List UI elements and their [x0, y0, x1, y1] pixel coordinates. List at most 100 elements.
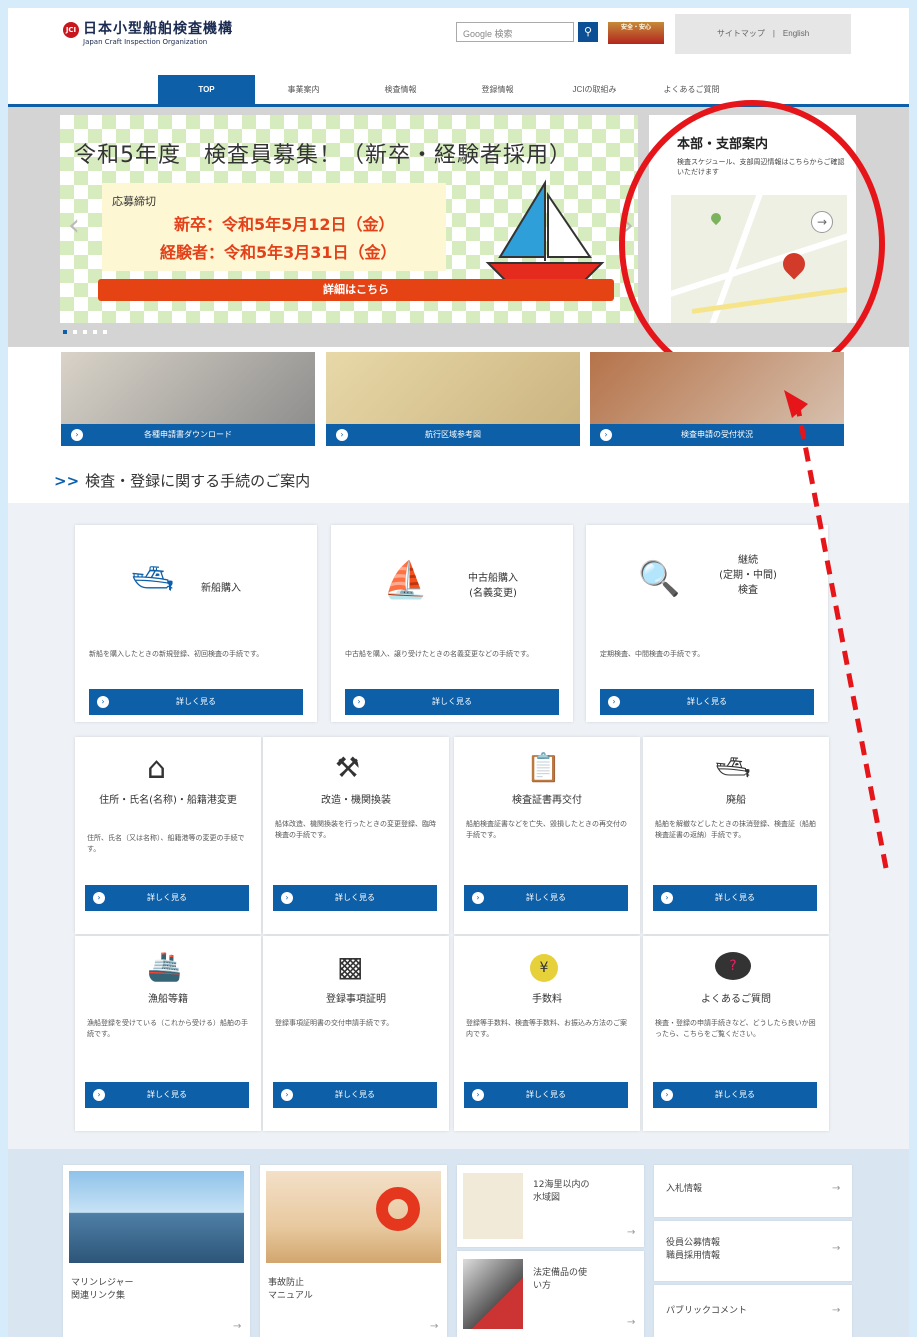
- hero-slide[interactable]: 令和5年度 検査員募集！（新卒・経験者採用） 応募締切 新卒：令和5年5月12日…: [60, 115, 638, 323]
- details-button-label: 詳しく見る: [715, 1090, 755, 1099]
- quick-link-label: 各種申請書ダウンロード: [144, 430, 232, 439]
- details-button[interactable]: › 詳しく見る: [600, 689, 814, 715]
- yen-coin-icon: ¥: [530, 954, 558, 982]
- details-button-label: 詳しく見る: [335, 893, 375, 902]
- stamp-icon: ▩: [337, 950, 364, 983]
- arrow-right-icon: →: [430, 1321, 439, 1332]
- sailboat-icon: ⛵: [383, 560, 428, 601]
- arrow-circle-icon: ›: [281, 892, 293, 904]
- main-nav: TOP 事業案内 検査情報 登録情報 JCIの取組み よくあるご質問: [158, 75, 740, 104]
- quick-link-label: 検査申請の受付状況: [681, 430, 753, 439]
- details-button-label: 詳しく見る: [176, 697, 216, 706]
- details-button[interactable]: › 詳しく見る: [89, 689, 303, 715]
- tools-icon: ⚒: [335, 751, 361, 784]
- site-logo[interactable]: JCI 日本小型船舶検査機構 Japan Craft Inspection Or…: [63, 20, 233, 47]
- details-button-label: 詳しく見る: [526, 1090, 566, 1099]
- card-title: 改造・機関換装: [321, 795, 391, 806]
- slide-dot[interactable]: [73, 330, 77, 334]
- card-faq: ? よくあるご質問 検査・登録の申請手続きなど、どうしたら良いか困ったら、こちら…: [643, 936, 829, 1131]
- arrow-right-icon: →: [233, 1321, 242, 1332]
- nav-initiatives[interactable]: JCIの取組み: [546, 75, 643, 104]
- page-frame: JCI 日本小型船舶検査機構 Japan Craft Inspection Or…: [8, 8, 909, 1337]
- arrow-circle-icon: ›: [93, 1089, 105, 1101]
- arrow-circle-icon: ›: [661, 892, 673, 904]
- details-button[interactable]: › 詳しく見る: [273, 1082, 437, 1108]
- search-icon[interactable]: ⚲: [578, 22, 598, 42]
- check-magnifier-icon: 🔍: [638, 559, 681, 599]
- footer-recruitment-info[interactable]: 役員公募情報 職員採用情報 →: [654, 1221, 852, 1281]
- card-title: 継続 (定期・中間) 検査: [719, 555, 777, 596]
- card-description: 船舶を解撤などしたときの抹消登録、検査証（船舶検査証書の返納）手続です。: [655, 820, 816, 839]
- deadline-box: 応募締切 新卒：令和5年5月12日（金） 経験者：令和5年3月31日（金）: [102, 183, 446, 271]
- footer-bid-info[interactable]: 入札情報 →: [654, 1165, 852, 1217]
- details-button[interactable]: › 詳しく見る: [653, 885, 817, 911]
- quick-link-application-status[interactable]: › 検査申請の受付状況: [590, 352, 844, 446]
- recruit-detail-button[interactable]: 詳細はこちら: [98, 279, 614, 301]
- nav-faq[interactable]: よくあるご質問: [643, 75, 740, 104]
- footer-label: 12海里以内の 水域図: [533, 1180, 590, 1203]
- card-title: 中古船購入 (名義変更): [468, 573, 518, 599]
- promo-banner[interactable]: 安全・安心: [608, 22, 664, 44]
- footer-equipment-usage[interactable]: 法定備品の使 い方 →: [457, 1251, 644, 1337]
- details-button[interactable]: › 詳しく見る: [653, 1082, 817, 1108]
- card-description: 登録事項証明書の交付申請手続です。: [275, 1019, 394, 1027]
- card-title: 住所・氏名(名称)・船籍港変更: [99, 795, 237, 806]
- deadline-label: 応募締切: [112, 195, 156, 208]
- card-title: 新船購入: [201, 583, 241, 594]
- footer-public-comment[interactable]: パブリックコメント →: [654, 1285, 852, 1337]
- arrow-right-icon: →: [832, 1183, 841, 1194]
- footer-label: 入札情報: [666, 1184, 703, 1194]
- slide-dot[interactable]: [83, 330, 87, 334]
- highlight-circle: [619, 100, 885, 388]
- certificate-icon: 📋: [526, 751, 561, 784]
- slide-dot[interactable]: [103, 330, 107, 334]
- arrow-circle-icon: ›: [472, 1089, 484, 1101]
- arrow-circle-icon: ›: [97, 696, 109, 708]
- card-description: 検査・登録の申請手続きなど、どうしたら良いか困ったら、こちらをご覧ください。: [655, 1019, 816, 1038]
- slide-dot[interactable]: [93, 330, 97, 334]
- house-icon: ⌂: [147, 751, 167, 786]
- slide-prev-icon[interactable]: ‹: [68, 208, 80, 243]
- logo-title: 日本小型船舶検査機構: [83, 21, 233, 37]
- logo-mark-icon: JCI: [63, 22, 79, 38]
- search-input[interactable]: Google 検索: [456, 22, 574, 42]
- waters-map-thumbnail: [463, 1173, 523, 1239]
- footer-accident-manual[interactable]: 事故防止 マニュアル →: [260, 1165, 447, 1337]
- quick-link-navigation-map[interactable]: › 航行区域参考図: [326, 352, 580, 446]
- arrow-circle-icon: ›: [661, 1089, 673, 1101]
- quick-link-download[interactable]: › 各種申請書ダウンロード: [61, 352, 315, 446]
- arrow-circle-icon: ›: [93, 892, 105, 904]
- sailboat-illustration: [485, 179, 605, 282]
- card-description: 住所、氏名（又は名称）、船籍港等の変更の手続です。: [87, 834, 245, 853]
- nav-registration[interactable]: 登録情報: [449, 75, 546, 104]
- details-button[interactable]: › 詳しく見る: [464, 885, 628, 911]
- card-description: 中古船を購入、譲り受けたときの名義変更などの手続です。: [345, 650, 534, 658]
- nav-top[interactable]: TOP: [158, 75, 255, 104]
- card-title: よくあるご質問: [701, 994, 771, 1005]
- card-description: 新船を購入したときの新規登録、初回検査の手続です。: [89, 650, 264, 658]
- nav-business[interactable]: 事業案内: [255, 75, 352, 104]
- utility-links[interactable]: サイトマップ | English: [675, 14, 851, 54]
- card-certificate-reissue: 📋 検査証書再交付 船舶検査証書などを亡失、毀損したときの再交付の手続です。 ›…: [454, 737, 640, 934]
- footer-marina-links[interactable]: マリンレジャー 関連リンク集 →: [63, 1165, 250, 1337]
- details-button[interactable]: › 詳しく見る: [345, 689, 559, 715]
- arrow-circle-icon: ›: [336, 429, 348, 441]
- card-title: 廃船: [726, 795, 746, 806]
- fishing-boat-icon: 🚢: [147, 950, 182, 983]
- details-button[interactable]: › 詳しく見る: [464, 1082, 628, 1108]
- card-renewal-inspection: 🔍 継続 (定期・中間) 検査 定期検査、中間検査の手続です。 › 詳しく見る: [586, 525, 828, 722]
- nav-inspection[interactable]: 検査情報: [352, 75, 449, 104]
- details-button-label: 詳しく見る: [526, 893, 566, 902]
- details-button[interactable]: › 詳しく見る: [85, 1082, 249, 1108]
- arrow-right-icon: →: [832, 1243, 841, 1254]
- card-fishing-boat: 🚢 漁船等籍 漁船登録を受けている（これから受ける）船舶の手続です。 › 詳しく見…: [75, 936, 261, 1131]
- footer-waters-map[interactable]: 12海里以内の 水域図 →: [457, 1165, 644, 1247]
- slide-title: 令和5年度 検査員募集！（新卒・経験者採用）: [74, 143, 572, 168]
- details-button[interactable]: › 詳しく見る: [85, 885, 249, 911]
- details-button[interactable]: › 詳しく見る: [273, 885, 437, 911]
- arrow-circle-icon: ›: [608, 696, 620, 708]
- quick-link-label: 航行区域参考図: [425, 430, 481, 439]
- slide-dot[interactable]: [63, 330, 67, 334]
- card-title: 検査証書再交付: [512, 795, 582, 806]
- lifebuoy-photo: [266, 1171, 441, 1263]
